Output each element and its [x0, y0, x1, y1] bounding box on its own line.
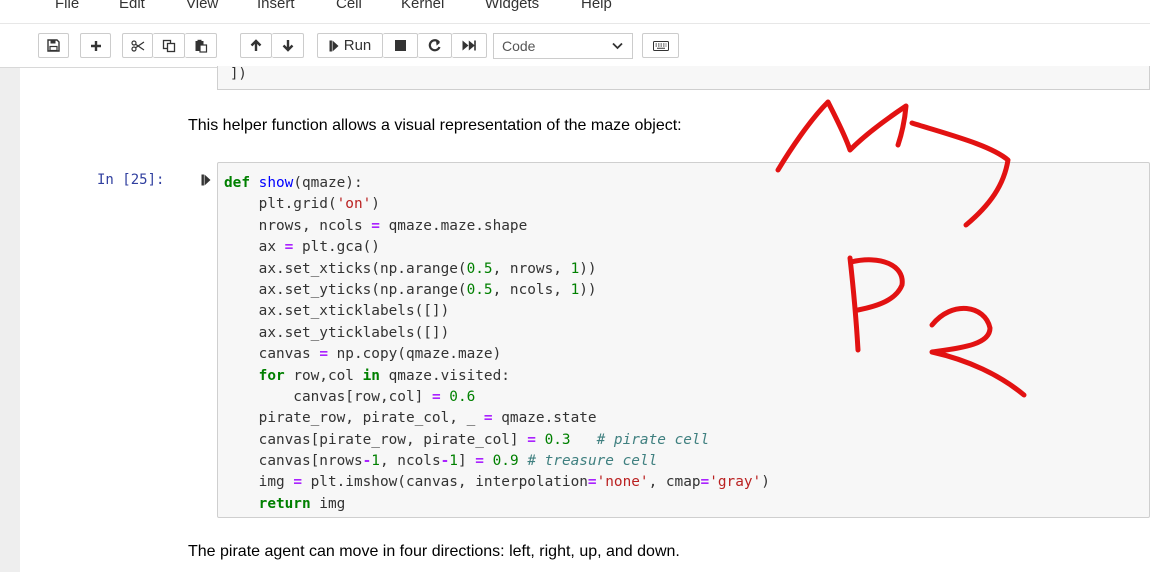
restart-run-all-button[interactable]	[452, 33, 487, 58]
save-icon	[47, 39, 60, 52]
cell-type-value: Code	[502, 38, 536, 54]
code-line: ax = plt.gca()	[224, 239, 380, 256]
cell-prompt: In [25]:	[97, 172, 165, 188]
stop-icon	[394, 40, 406, 51]
code-line: nrows, ncols = qmaze.maze.shape	[224, 217, 528, 234]
keyboard-icon	[652, 40, 669, 51]
code-line: for row,col in qmaze.visited:	[258, 367, 510, 384]
menu-file[interactable]: File	[55, 0, 79, 12]
code-cell-show[interactable]: def show(qmaze): plt.grid('on') nrows, n…	[217, 162, 1150, 518]
command-palette-button[interactable]	[642, 33, 679, 58]
arrow-up-icon	[250, 39, 262, 51]
menu-widgets[interactable]: Widgets	[485, 0, 539, 12]
interrupt-kernel-button[interactable]	[383, 33, 418, 58]
paste-icon	[195, 39, 207, 53]
markdown-cell-actions: The pirate agent can move in four direct…	[188, 543, 680, 560]
code-line: ax.set_yticklabels([])	[224, 324, 450, 341]
paste-button[interactable]	[185, 33, 217, 58]
menu-view[interactable]: View	[186, 0, 218, 12]
arrow-down-icon	[282, 40, 293, 52]
fast-forward-icon	[462, 40, 476, 51]
chevron-down-icon	[612, 42, 623, 50]
menu-edit[interactable]: Edit	[119, 0, 145, 12]
code-line: canvas[row,col] = 0.6	[224, 388, 476, 405]
menu-help[interactable]: Help	[581, 0, 612, 12]
menu-kernel[interactable]: Kernel	[401, 0, 444, 12]
previous-cell-code: ])	[230, 66, 247, 82]
plus-icon	[90, 40, 101, 51]
code-line: canvas = np.copy(qmaze.maze)	[224, 346, 502, 363]
code-line: ax.set_yticks(np.arange(0.5, ncols, 1))	[224, 281, 597, 298]
step-forward-icon	[329, 40, 339, 51]
run-cell-icon[interactable]	[201, 174, 211, 186]
notebook-container: ]) This helper function allows a visual …	[20, 66, 1150, 572]
scissors-icon	[130, 39, 144, 52]
save-button[interactable]	[38, 33, 69, 58]
copy-button[interactable]	[153, 33, 185, 58]
insert-cell-button[interactable]	[80, 33, 111, 58]
run-button[interactable]: Run	[317, 33, 383, 58]
menu-insert[interactable]: Insert	[257, 0, 295, 12]
menu-bar: File Edit View Insert Cell Kernel Widget…	[0, 0, 1150, 24]
code-line: canvas[nrows-1, ncols-1] = 0.9 # treasur…	[224, 453, 658, 470]
code-line: return img	[258, 495, 346, 512]
code-line: ax.set_xticklabels([])	[224, 303, 450, 320]
code-line: ax.set_xticks(np.arange(0.5, nrows, 1))	[224, 260, 597, 277]
code-line: def show(qmaze):	[224, 175, 363, 191]
copy-icon	[162, 39, 175, 52]
notebook-toolbar: Run Code	[0, 24, 1150, 68]
run-button-label: Run	[343, 37, 372, 54]
code-line: img = plt.imshow(canvas, interpolation='…	[224, 474, 770, 491]
previous-code-cell[interactable]: ])	[217, 66, 1150, 90]
restart-icon	[428, 39, 441, 52]
code-line: plt.grid('on')	[224, 196, 380, 213]
code-line: pirate_row, pirate_col, _ = qmaze.state	[224, 410, 597, 427]
cut-button[interactable]	[122, 33, 153, 58]
move-up-button[interactable]	[240, 33, 272, 58]
code-line: canvas[pirate_row, pirate_col] = 0.3 # p…	[224, 431, 710, 448]
restart-kernel-button[interactable]	[418, 33, 452, 58]
cell-type-select[interactable]: Code	[493, 33, 633, 59]
code-editor[interactable]: def show(qmaze): plt.grid('on') nrows, n…	[224, 173, 770, 515]
menu-cell[interactable]: Cell	[336, 0, 362, 12]
move-down-button[interactable]	[272, 33, 304, 58]
markdown-cell-helper: This helper function allows a visual rep…	[188, 117, 682, 134]
